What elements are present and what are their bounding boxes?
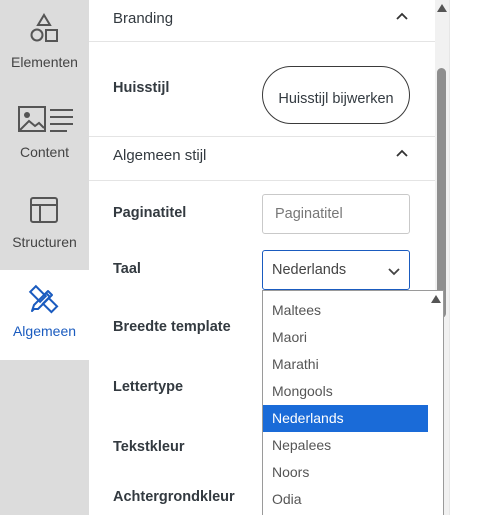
option-nederlands[interactable]: Nederlands — [263, 405, 428, 432]
rail-item-structuren[interactable]: Structuren — [0, 180, 89, 270]
breedte-template-label: Breedte template — [113, 319, 231, 335]
pencil-ruler-icon — [28, 284, 59, 314]
section-title-algemeen: Algemeen stijl — [113, 147, 207, 164]
image-text-icon — [18, 106, 73, 132]
chevron-down-icon — [388, 268, 400, 276]
dropdown-scroll-up-icon[interactable] — [431, 295, 441, 303]
huisstijl-bijwerken-button[interactable]: Huisstijl bijwerken — [262, 66, 410, 124]
option-mongools[interactable]: Mongools — [263, 378, 428, 405]
scroll-up-arrow-icon[interactable] — [437, 4, 447, 12]
option-maori[interactable]: Maori — [263, 324, 428, 351]
right-gutter — [449, 0, 482, 515]
rail-item-content[interactable]: Content — [0, 90, 89, 180]
taal-dropdown-list[interactable]: Maltees Maori Marathi Mongools Nederland… — [262, 290, 444, 515]
rail-label-content: Content — [19, 144, 70, 160]
option-odia[interactable]: Odia — [263, 486, 428, 513]
taal-label: Taal — [113, 261, 141, 277]
rail-label-elementen: Elementen — [11, 54, 78, 70]
option-marathi[interactable]: Marathi — [263, 351, 428, 378]
lettertype-label: Lettertype — [113, 379, 184, 395]
scrollbar-thumb[interactable] — [437, 68, 446, 318]
huisstijl-label: Huisstijl — [113, 80, 170, 96]
paginatitel-label: Paginatitel — [113, 205, 187, 221]
taal-select[interactable]: Nederlands — [262, 250, 410, 290]
chevron-up-icon[interactable] — [395, 146, 409, 160]
tekstkleur-label: Tekstkleur — [113, 439, 185, 455]
layout-icon — [30, 197, 58, 223]
section-algemeen-header[interactable]: Algemeen stijl — [89, 137, 435, 181]
dropdown-scrollbar[interactable] — [428, 291, 443, 515]
left-rail: Elementen Content Structuren Algemeen — [0, 0, 89, 515]
taal-select-value: Nederlands — [272, 262, 347, 278]
option-noors[interactable]: Noors — [263, 459, 428, 486]
section-title-branding: Branding — [113, 10, 174, 27]
rail-item-algemeen[interactable]: Algemeen — [0, 270, 89, 360]
rail-label-algemeen: Algemeen — [12, 323, 77, 339]
shapes-icon — [30, 13, 58, 42]
rail-label-structuren: Structuren — [12, 234, 77, 250]
chevron-up-icon[interactable] — [395, 9, 409, 23]
achtergrondkleur-label: Achtergrondkleur — [113, 489, 235, 505]
section-branding-header[interactable]: Branding — [89, 0, 435, 42]
option-maltees[interactable]: Maltees — [263, 297, 428, 324]
rail-item-elementen[interactable]: Elementen — [0, 0, 89, 90]
option-nepalees[interactable]: Nepalees — [263, 432, 428, 459]
paginatitel-input[interactable] — [262, 194, 410, 234]
